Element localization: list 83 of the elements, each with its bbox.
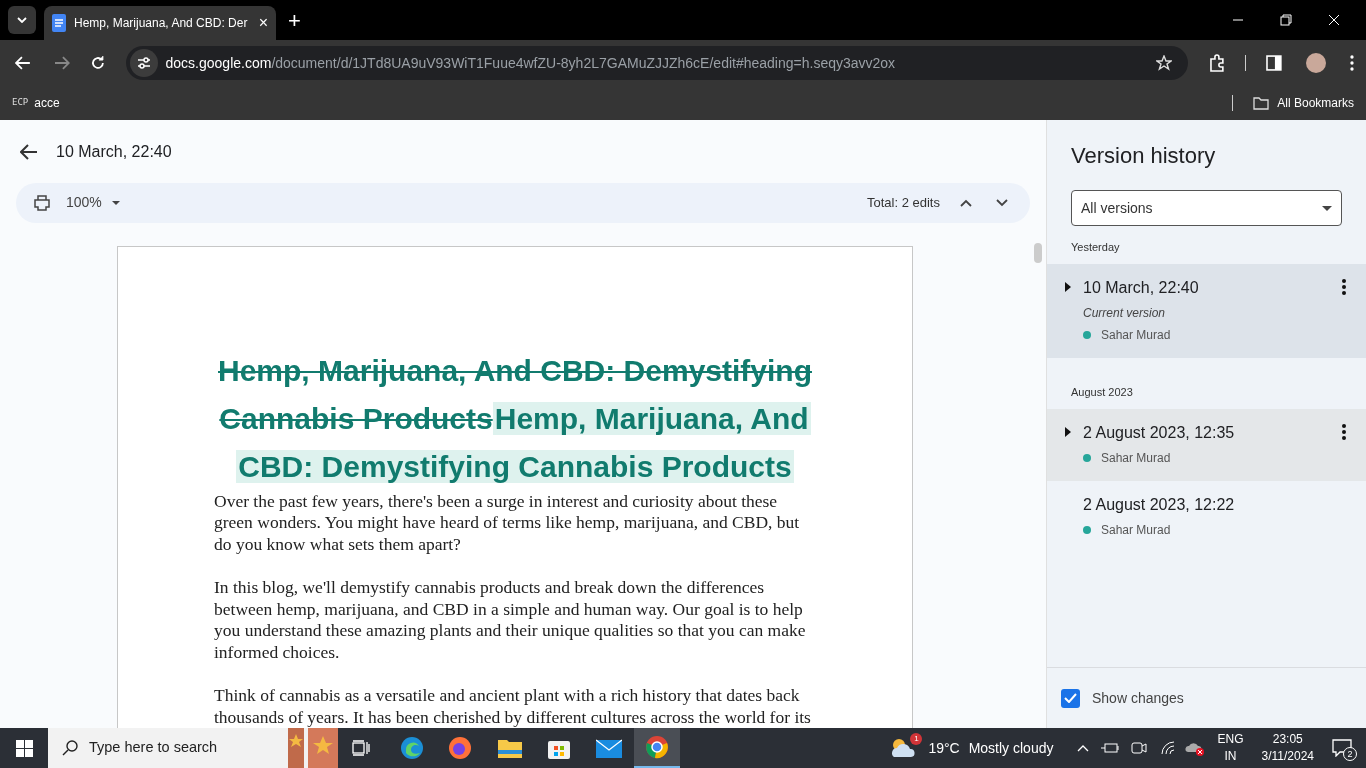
windows-icon — [15, 739, 33, 757]
restore-icon[interactable] — [1280, 14, 1292, 26]
zoom-dropdown[interactable]: 100% — [66, 192, 102, 214]
expand-caret-icon[interactable] — [1065, 282, 1071, 292]
version-note: Current version — [1083, 305, 1166, 322]
tab-search-button[interactable] — [8, 6, 36, 34]
clock-time[interactable]: 23:05 — [1272, 731, 1303, 748]
all-bookmarks-link[interactable]: All Bookmarks — [1277, 94, 1354, 112]
region-indicator[interactable]: IN — [1224, 748, 1237, 765]
filter-dropdown[interactable]: All versions — [1071, 190, 1342, 226]
folder-icon — [1253, 96, 1270, 110]
back-arrow-icon[interactable] — [20, 143, 38, 160]
version-title: 10 March, 22:40 — [56, 141, 172, 162]
notification-count: 2 — [1343, 747, 1357, 761]
notification-badge: 1 — [910, 733, 923, 745]
bookmark-favicon: ECP — [12, 96, 29, 110]
body-paragraph: Think of cannabis as a versatile and ancient plant with a rich history that dates back thousands of years. It has been cherished by different cultures across the world for its — [214, 685, 812, 728]
group-label: August 2023 — [1070, 385, 1134, 400]
task-view-icon[interactable] — [352, 740, 370, 756]
address-bar[interactable]: docs.google.com/document/d/1JTd8UA9uV93WiT1Fuue4wfZU-8yh2L7GAMuZJJZh6cE/edit#heading=h.seqy3avv2ox — [125, 46, 1188, 80]
body-paragraph: Over the past few years, there's been a surge in interest and curiosity about these green wonders. You might have heard of terms like hemp, marijuana, and CBD, but do you know what sets them apart? — [214, 490, 801, 555]
document-icon — [52, 14, 66, 32]
stars-icon — [288, 728, 338, 768]
battery-icon[interactable] — [1101, 742, 1120, 754]
version-date: 2 August 2023, 12:35 — [1083, 423, 1235, 443]
version-date: 10 March, 22:40 — [1083, 278, 1199, 298]
side-panel-icon[interactable] — [1266, 55, 1283, 71]
group-label: Yesterday — [1070, 240, 1121, 255]
chevron-down-icon — [17, 17, 27, 23]
cloud-error-icon[interactable] — [1185, 740, 1206, 756]
edit-count: Total: 2 edits — [867, 194, 940, 213]
body-paragraph: In this blog, we'll demystify cannabis products and break down the differences between hemp, marijuana, and CBD in a simple and human way. Our goal is to help you understand these amazing plants and their unique qualities so that you can make informed choices. — [214, 577, 807, 663]
weather-icon — [890, 737, 917, 759]
scrollbar-thumb[interactable] — [1034, 243, 1042, 263]
mail-icon[interactable] — [596, 738, 622, 758]
next-edit-icon[interactable] — [996, 198, 1008, 207]
close-icon[interactable] — [1328, 14, 1340, 26]
more-options-icon[interactable] — [1342, 424, 1346, 440]
caret-icon[interactable] — [111, 200, 120, 205]
caret-icon — [1322, 205, 1332, 211]
bookmark-link[interactable]: ECP acce — [12, 94, 60, 112]
temperature: 19°C — [928, 738, 960, 758]
chrome-taskbar-button[interactable] — [634, 728, 680, 768]
edge-icon[interactable] — [400, 736, 424, 760]
version-item[interactable]: 2 August 2023, 12:22 Sahar Murad — [1047, 481, 1366, 553]
chrome-icon — [645, 735, 669, 759]
firefox-icon[interactable] — [448, 736, 472, 760]
more-options-icon[interactable] — [1342, 279, 1346, 295]
show-changes-checkbox[interactable] — [1061, 688, 1080, 708]
reload-icon[interactable] — [89, 55, 106, 71]
new-tab-button[interactable]: + — [288, 10, 301, 32]
profile-avatar[interactable] — [1306, 53, 1326, 73]
author-name: Sahar Murad — [1101, 450, 1171, 467]
previous-edit-icon[interactable] — [960, 198, 972, 207]
panel-title: Version history — [1071, 142, 1217, 170]
checkbox-label: Show changes — [1092, 688, 1184, 708]
version-item[interactable]: 2 August 2023, 12:35 Sahar Murad — [1047, 409, 1366, 481]
version-item[interactable]: 10 March, 22:40 Current version Sahar Murad — [1047, 264, 1366, 358]
back-icon[interactable] — [15, 56, 31, 70]
language-indicator[interactable]: ENG — [1217, 731, 1244, 748]
star-icon[interactable] — [1155, 55, 1172, 71]
notifications-icon[interactable] — [1332, 739, 1352, 757]
version-date: 2 August 2023, 12:22 — [1083, 495, 1235, 515]
browser-tab[interactable]: Hemp, Marijuana, And CBD: Der × — [44, 6, 276, 40]
taskbar-search-field[interactable]: Type here to search — [48, 728, 336, 768]
author-name: Sahar Murad — [1101, 327, 1171, 344]
puzzle-icon[interactable] — [1207, 54, 1226, 72]
print-icon[interactable] — [34, 194, 50, 211]
expand-caret-icon[interactable] — [1065, 427, 1071, 437]
close-tab-button[interactable]: × — [258, 15, 268, 31]
url-text: docs.google.com/document/d/1JTd8UA9uV93WiT1Fuue4wfZU-8yh2L7GAMuZJJZh6cE/edit#heading=h.seqy3avv2ox — [165, 53, 897, 73]
weather-text: Mostly cloudy — [968, 738, 1054, 758]
clock-date[interactable]: 3/11/2024 — [1261, 748, 1314, 765]
site-info-button[interactable] — [129, 49, 158, 77]
tune-icon — [136, 57, 151, 69]
tab-title: Hemp, Marijuana, And CBD: Der — [74, 15, 249, 32]
camera-icon[interactable] — [1131, 741, 1148, 755]
folder-icon[interactable] — [498, 738, 522, 758]
author-name: Sahar Murad — [1101, 522, 1171, 539]
menu-icon[interactable] — [1350, 55, 1354, 71]
search-icon — [62, 740, 78, 756]
chevron-up-icon[interactable] — [1077, 744, 1090, 752]
forward-icon[interactable] — [53, 56, 70, 70]
